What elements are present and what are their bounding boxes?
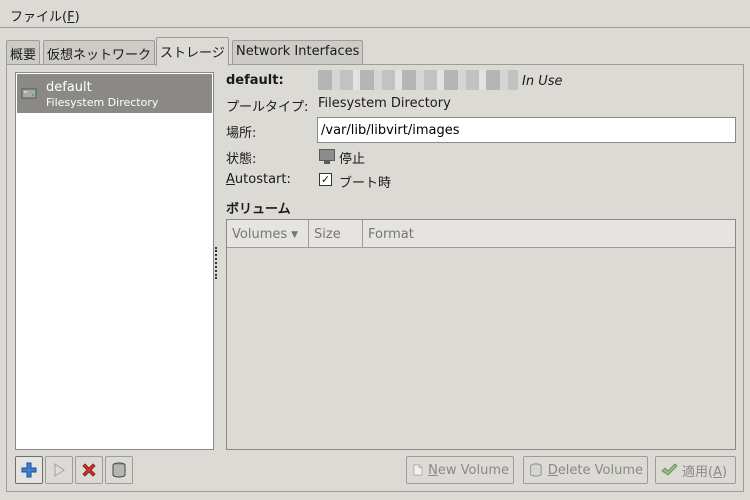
play-icon (54, 463, 65, 477)
delete-volume-mnemonic: D (547, 462, 558, 478)
add-icon (21, 462, 37, 478)
autostart-checkbox[interactable]: ✓ (319, 173, 332, 186)
delete-pool-button[interactable] (105, 456, 133, 484)
new-volume-label-text: ew Volume (437, 462, 509, 478)
location-field[interactable] (317, 117, 736, 143)
new-volume-label: New Volume (428, 463, 509, 478)
file-menu-mnemonic: F (67, 10, 75, 25)
column-format[interactable]: Format (363, 220, 735, 247)
pool-type-value: Filesystem Directory (318, 96, 451, 111)
add-pool-button[interactable] (15, 456, 43, 484)
volumes-heading: ボリューム (226, 202, 291, 217)
apply-label: 適用(A) (682, 461, 727, 480)
new-volume-button[interactable]: New Volume (406, 456, 514, 484)
delete-volume-icon (530, 463, 542, 477)
stop-x-icon (82, 463, 96, 477)
tab-virtual-networks[interactable]: 仮想ネットワーク (43, 40, 156, 65)
file-menu-label: ファイル( (10, 10, 68, 25)
tab-network-interfaces[interactable]: Network Interfaces (232, 40, 364, 65)
volumes-table[interactable]: Volumes ▼ Size Format (226, 219, 736, 450)
delete-volume-label-text: elete Volume (557, 462, 643, 478)
storage-pool-list[interactable]: default Filesystem Directory (15, 72, 214, 450)
tab-virtual-networks-label: 仮想ネットワーク (47, 48, 152, 63)
tab-overview-label: 概要 (10, 48, 37, 63)
apply-button[interactable]: 適用(A) (655, 456, 736, 484)
pane-resize-handle[interactable] (215, 247, 218, 279)
usage-bar-redacted (318, 70, 518, 90)
tab-storage-label: ストレージ (160, 46, 225, 61)
tab-network-interfaces-label: Network Interfaces (236, 44, 360, 59)
start-pool-button[interactable] (45, 456, 73, 484)
column-volumes-label: Volumes (232, 227, 288, 242)
apply-label-prefix: 適用( (682, 464, 714, 480)
state-value: 停止 (339, 152, 366, 167)
column-size[interactable]: Size (309, 220, 363, 247)
storage-pool-icon (21, 88, 37, 99)
apply-mnemonic: A (713, 464, 722, 480)
column-volumes[interactable]: Volumes ▼ (227, 220, 309, 247)
state-label: 状態: (226, 152, 257, 167)
autostart-label-text: utostart: (234, 172, 291, 187)
autostart-mnemonic: A (226, 172, 235, 187)
delete-volume-label: Delete Volume (548, 463, 643, 478)
stopped-status-icon (319, 149, 335, 164)
storage-pool-type: Filesystem Directory (46, 96, 159, 109)
storage-pool-name: default (46, 80, 92, 95)
tab-overview[interactable]: 概要 (6, 40, 41, 65)
column-format-label: Format (368, 227, 414, 242)
autostart-label: Autostart: (226, 172, 291, 187)
new-volume-mnemonic: N (428, 462, 438, 478)
pool-type-label: プールタイプ: (226, 100, 309, 115)
apply-label-suffix: ) (721, 464, 728, 480)
file-menu[interactable]: ファイル(F) (4, 4, 86, 27)
delete-can-icon (112, 462, 126, 478)
volumes-table-header: Volumes ▼ Size Format (227, 220, 735, 248)
tab-storage[interactable]: ストレージ (156, 37, 229, 66)
location-label: 場所: (226, 126, 257, 141)
storage-pool-item[interactable]: default Filesystem Directory (17, 74, 212, 113)
pool-name-heading: default: (226, 73, 284, 88)
delete-volume-button[interactable]: Delete Volume (523, 456, 648, 484)
stop-pool-button[interactable] (75, 456, 103, 484)
column-size-label: Size (314, 227, 341, 242)
checkmark-icon (661, 463, 678, 476)
new-document-icon (413, 464, 423, 476)
autostart-value: ブート時 (339, 176, 392, 191)
file-menu-suffix: ) (74, 10, 80, 25)
menu-bar: ファイル(F) (0, 0, 750, 28)
in-use-label: In Use (522, 74, 563, 89)
sort-down-icon: ▼ (291, 230, 299, 240)
